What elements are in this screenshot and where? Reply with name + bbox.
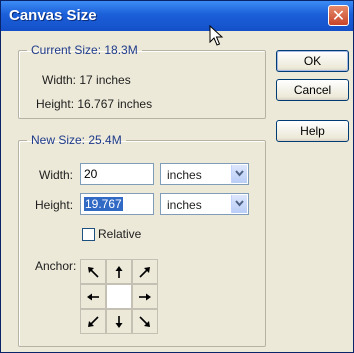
current-size-legend: Current Size: 18.3M	[31, 43, 138, 57]
height-unit-select[interactable]: inches	[160, 193, 249, 215]
arrow-down-left-icon	[88, 315, 99, 327]
arrow-down-icon	[115, 315, 123, 328]
anchor-bottom-right[interactable]	[132, 309, 158, 334]
new-size-legend: New Size: 25.4M	[31, 133, 122, 147]
arrow-up-icon	[115, 265, 123, 278]
arrow-left-icon	[87, 293, 99, 300]
width-unit-value: inches	[167, 168, 202, 182]
anchor-grid	[80, 259, 158, 335]
ok-button[interactable]: OK	[276, 50, 349, 72]
width-label: Width:	[39, 168, 74, 182]
height-label: Height:	[35, 198, 74, 212]
relative-checkbox[interactable]	[82, 228, 95, 241]
height-value: 19.767	[84, 197, 123, 211]
arrow-right-icon	[139, 293, 151, 300]
cancel-button[interactable]: Cancel	[276, 79, 349, 101]
arrow-up-right-icon	[139, 266, 150, 278]
width-value: 20	[84, 167, 98, 181]
dialog-title: Canvas Size	[9, 7, 97, 24]
arrow-down-right-icon	[139, 315, 150, 327]
arrow-up-left-icon	[88, 266, 99, 278]
anchor-bottom-left[interactable]	[80, 309, 106, 334]
canvas-size-dialog: Canvas Size ✕ Current Size: 18.3M Width:…	[0, 0, 354, 353]
anchor-left[interactable]	[80, 284, 106, 309]
relative-label[interactable]: Relative	[98, 227, 141, 241]
close-icon: ✕	[331, 6, 346, 25]
anchor-top[interactable]	[106, 259, 132, 284]
width-unit-select[interactable]: inches	[160, 163, 249, 185]
anchor-top-left[interactable]	[80, 259, 106, 284]
close-button[interactable]: ✕	[328, 5, 349, 26]
chevron-down-icon	[231, 165, 247, 183]
anchor-label: Anchor:	[35, 259, 77, 273]
height-input[interactable]: 19.767	[80, 193, 154, 215]
title-bar[interactable]: Canvas Size ✕	[1, 1, 353, 31]
anchor-top-right[interactable]	[132, 259, 158, 284]
help-button[interactable]: Help	[276, 120, 349, 142]
height-unit-value: inches	[167, 198, 202, 212]
chevron-down-icon	[231, 195, 247, 213]
current-width-text: Width: 17 inches	[42, 73, 131, 87]
mouse-cursor-icon	[209, 25, 223, 46]
anchor-bottom[interactable]	[106, 309, 132, 334]
anchor-right[interactable]	[132, 284, 158, 309]
current-height-text: Height: 16.767 inches	[36, 97, 153, 111]
width-input[interactable]: 20	[80, 163, 154, 185]
anchor-center[interactable]	[106, 284, 132, 309]
